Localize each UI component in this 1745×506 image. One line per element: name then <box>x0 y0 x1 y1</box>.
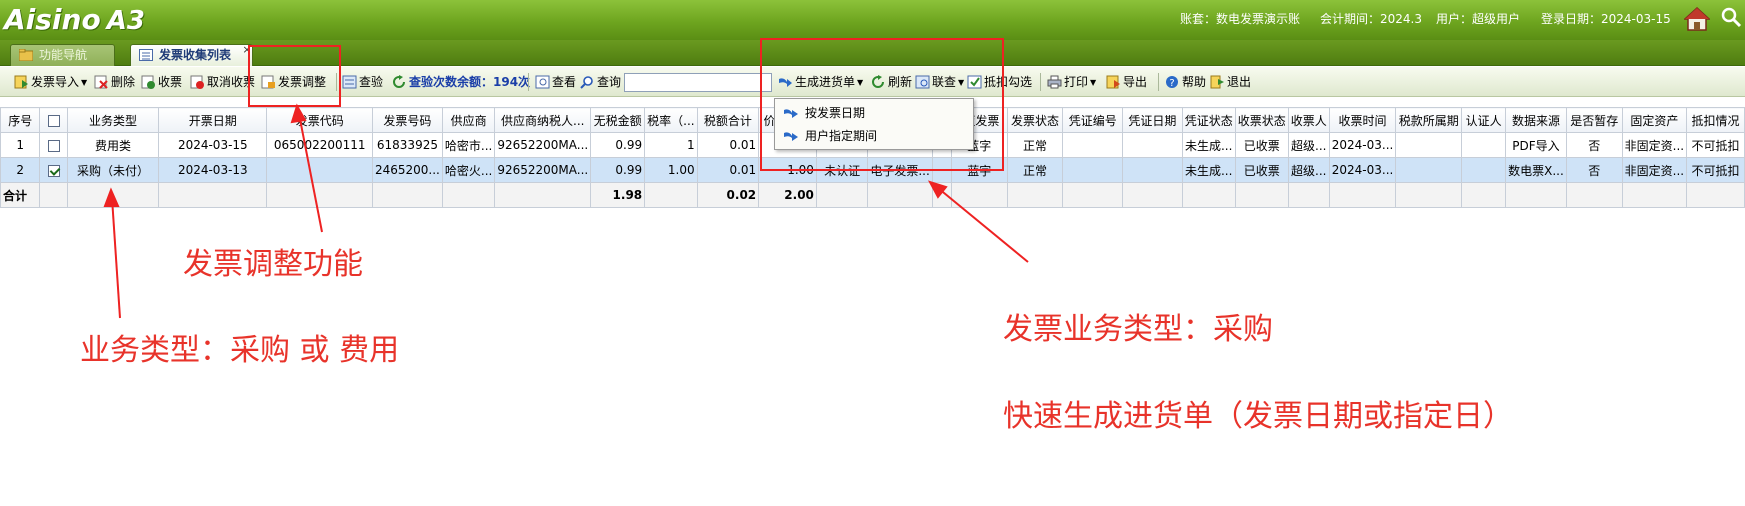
arrow-head <box>103 187 120 207</box>
arrow-to-invoice-type <box>937 187 1029 263</box>
arrow-head <box>927 180 948 199</box>
annotation-adjust-feature: 发票调整功能 <box>183 247 363 282</box>
arrow-head <box>290 103 307 124</box>
annotation-invoice-business-type: 发票业务类型：采购 <box>1003 312 1273 347</box>
annotation-business-type: 业务类型：采购 或 费用 <box>80 333 400 368</box>
arrow-to-business-type <box>111 197 121 319</box>
arrow-to-adjust <box>298 113 323 233</box>
annotation-quick-generate: 快速生成进货单（发票日期或指定日） <box>1003 399 1513 434</box>
